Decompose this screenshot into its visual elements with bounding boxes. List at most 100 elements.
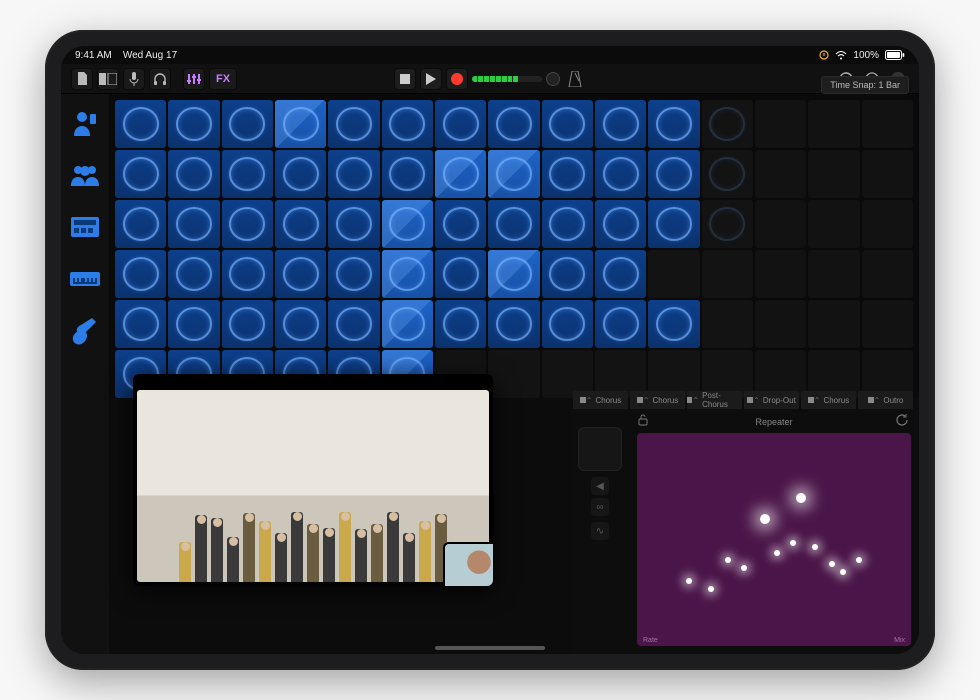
headphones-button[interactable] [149, 68, 171, 90]
loop-cell[interactable] [168, 250, 219, 298]
metronome-button[interactable] [564, 68, 586, 90]
loop-cell[interactable] [808, 300, 859, 348]
loop-cell[interactable] [488, 200, 539, 248]
loop-cell[interactable] [648, 200, 699, 248]
loop-cell[interactable] [702, 150, 753, 198]
sidebar-item-keyboard[interactable] [70, 264, 100, 294]
loop-cell[interactable] [275, 100, 326, 148]
section-chorus-1[interactable]: ⌃Chorus [573, 391, 628, 409]
master-volume-knob[interactable] [546, 72, 560, 86]
loop-cell[interactable] [382, 300, 433, 348]
loop-cell[interactable] [488, 100, 539, 148]
loop-cell[interactable] [435, 200, 486, 248]
mixer-button[interactable] [183, 68, 205, 90]
loop-cell[interactable] [222, 250, 273, 298]
facetime-pip[interactable] [133, 374, 493, 586]
loop-cell[interactable] [862, 300, 913, 348]
loop-cell[interactable] [435, 300, 486, 348]
reset-icon[interactable] [895, 414, 911, 430]
sidebar-item-drum-machine[interactable] [70, 212, 100, 242]
mic-button[interactable] [123, 68, 145, 90]
loop-cell[interactable] [275, 300, 326, 348]
sidebar-item-group[interactable] [70, 160, 100, 190]
loop-cell[interactable] [755, 250, 806, 298]
loop-cell[interactable] [435, 100, 486, 148]
time-snap-label[interactable]: Time Snap: 1 Bar [821, 76, 909, 94]
loop-cell[interactable] [755, 300, 806, 348]
fx-button[interactable]: FX [209, 68, 237, 90]
loop-cell[interactable] [702, 250, 753, 298]
loop-cell[interactable] [648, 100, 699, 148]
loop-cell[interactable] [328, 100, 379, 148]
loop-cell[interactable] [808, 200, 859, 248]
loop-cell[interactable] [648, 250, 699, 298]
loop-cell[interactable] [328, 150, 379, 198]
loop-cell[interactable] [488, 150, 539, 198]
view-button[interactable] [97, 68, 119, 90]
loop-cell[interactable] [702, 200, 753, 248]
loop-cell[interactable] [115, 200, 166, 248]
play-button[interactable] [420, 68, 442, 90]
section-drop-out[interactable]: ⌃Drop-Out [744, 391, 799, 409]
lock-icon[interactable] [637, 414, 653, 430]
loop-cell[interactable] [328, 200, 379, 248]
loop-cell[interactable] [755, 150, 806, 198]
section-chorus-2[interactable]: ⌃Chorus [630, 391, 685, 409]
loop-cell[interactable] [328, 250, 379, 298]
loop-cell[interactable] [808, 150, 859, 198]
loop-cell[interactable] [435, 150, 486, 198]
loop-cell[interactable] [222, 100, 273, 148]
loop-cell[interactable] [168, 300, 219, 348]
stop-button[interactable] [394, 68, 416, 90]
loop-cell[interactable] [542, 200, 593, 248]
loop-cell[interactable] [542, 150, 593, 198]
loop-cell[interactable] [115, 300, 166, 348]
loop-cell[interactable] [702, 100, 753, 148]
loop-cell[interactable] [755, 200, 806, 248]
loop-cell[interactable] [115, 100, 166, 148]
loop-cell[interactable] [862, 150, 913, 198]
loop-cell[interactable] [808, 250, 859, 298]
section-outro[interactable]: ⌃Outro [858, 391, 913, 409]
loop-cell[interactable] [595, 150, 646, 198]
loop-cell[interactable] [542, 100, 593, 148]
loop-cell[interactable] [648, 300, 699, 348]
record-button[interactable] [446, 68, 468, 90]
section-post-chorus[interactable]: ⌃Post-Chorus [687, 391, 742, 409]
loop-cell[interactable] [382, 250, 433, 298]
loop-cell[interactable] [488, 250, 539, 298]
pip-self-view[interactable] [443, 542, 493, 586]
loop-cell[interactable] [755, 100, 806, 148]
loop-cell[interactable] [382, 100, 433, 148]
loop-cell[interactable] [595, 250, 646, 298]
file-button[interactable] [71, 68, 93, 90]
loop-cell[interactable] [222, 150, 273, 198]
loop-cell[interactable] [862, 100, 913, 148]
loop-cell[interactable] [275, 150, 326, 198]
loop-cell[interactable] [648, 150, 699, 198]
loop-cell[interactable] [275, 200, 326, 248]
loop-cell[interactable] [222, 300, 273, 348]
loop-cell[interactable] [328, 300, 379, 348]
loop-cell[interactable] [542, 250, 593, 298]
loop-cell[interactable] [168, 100, 219, 148]
loop-cell[interactable] [275, 250, 326, 298]
loop-cell[interactable] [595, 200, 646, 248]
section-chorus-3[interactable]: ⌃Chorus [801, 391, 856, 409]
home-indicator[interactable] [435, 646, 545, 650]
loop-cell[interactable] [115, 250, 166, 298]
loop-cell[interactable] [382, 200, 433, 248]
loop-cell[interactable] [435, 250, 486, 298]
nav-left-icon[interactable]: ◀ [591, 477, 609, 495]
xy-pad[interactable] [578, 427, 622, 471]
loop-cell[interactable] [115, 150, 166, 198]
wave-toggle-icon[interactable]: ∿ [591, 522, 609, 540]
sidebar-item-guitar[interactable] [70, 316, 100, 346]
sidebar-item-solo[interactable] [70, 108, 100, 138]
nav-loop-icon[interactable]: ∞ [591, 498, 609, 516]
loop-cell[interactable] [488, 350, 539, 398]
loop-cell[interactable] [862, 250, 913, 298]
loop-cell[interactable] [862, 200, 913, 248]
loop-cell[interactable] [382, 150, 433, 198]
loop-cell[interactable] [542, 300, 593, 348]
